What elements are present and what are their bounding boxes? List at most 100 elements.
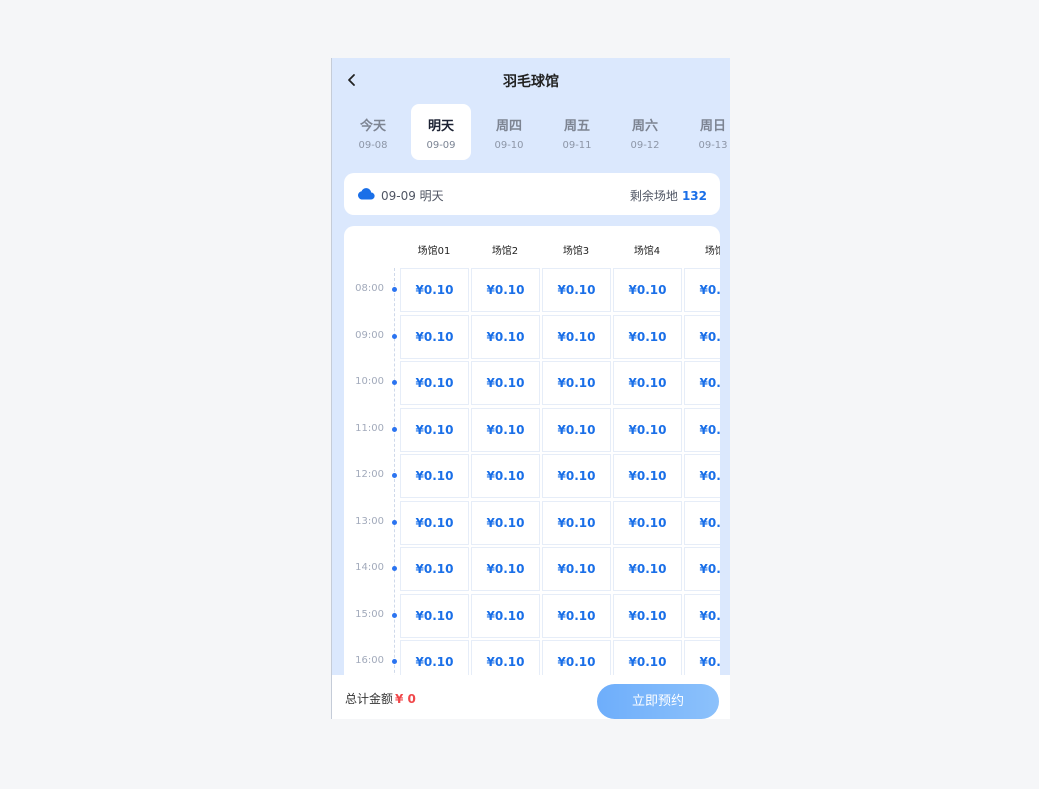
time-slot-cell[interactable]: ¥0.10 xyxy=(400,407,469,452)
time-slot-cell[interactable]: ¥0.10 xyxy=(542,593,611,638)
slot-price: ¥0.10 xyxy=(699,422,720,437)
slot-price: ¥0.10 xyxy=(699,608,720,623)
slot-price: ¥0.10 xyxy=(557,562,596,576)
cloud-icon xyxy=(357,188,375,200)
time-slot-cell[interactable]: ¥0.10 xyxy=(400,314,469,359)
slot-price: ¥0.10 xyxy=(699,469,720,483)
tab-date[interactable]: 周五 09-11 xyxy=(547,104,607,160)
time-slot-cell[interactable]: ¥0.10 xyxy=(542,407,611,452)
time-slot-cell[interactable]: ¥0.10 xyxy=(684,361,720,405)
time-slot-cell[interactable]: ¥0.10 xyxy=(471,268,540,312)
tab-date-label: 09-10 xyxy=(494,140,524,151)
time-slot-cell[interactable]: ¥0.10 xyxy=(400,500,469,545)
time-slot-cell[interactable]: ¥0.10 xyxy=(471,361,540,405)
time-slot-cell[interactable]: ¥0.10 xyxy=(400,454,469,498)
timeline-dot xyxy=(392,566,397,571)
tab-date[interactable]: 今天 09-08 xyxy=(343,104,403,160)
time-slot-cell[interactable]: ¥0.10 xyxy=(684,314,720,359)
time-slot-cell[interactable]: ¥0.10 xyxy=(471,593,540,638)
slot-price: ¥0.10 xyxy=(557,283,596,297)
slot-price: ¥0.10 xyxy=(557,515,596,530)
timeline-dot xyxy=(392,659,397,664)
time-slot-cell[interactable]: ¥0.10 xyxy=(684,500,720,545)
slot-price: ¥0.10 xyxy=(486,608,525,623)
time-slot-cell[interactable]: ¥0.10 xyxy=(471,500,540,545)
time-label: 12:00 xyxy=(355,469,384,480)
time-slot-cell[interactable]: ¥0.10 xyxy=(400,268,469,312)
slot-price: ¥0.10 xyxy=(628,376,667,390)
time-slot-cell[interactable]: ¥0.10 xyxy=(684,407,720,452)
slot-price: ¥0.10 xyxy=(628,283,667,297)
time-label: 09:00 xyxy=(355,329,384,341)
book-now-button[interactable]: 立即预约 xyxy=(597,684,719,719)
tab-date-label: 09-11 xyxy=(562,140,592,151)
tab-day-label: 周日 xyxy=(699,119,726,134)
time-slot-cell[interactable]: ¥0.10 xyxy=(471,454,540,498)
time-slot-cell[interactable]: ¥0.10 xyxy=(684,547,720,591)
booking-grid: 场馆01 场馆2 场馆3 场馆4 场馆5 08:00 ¥0.10 ¥0.10 ¥0.10 ¥0.1… xyxy=(344,226,720,686)
time-slot-cell[interactable]: ¥0.10 xyxy=(613,268,682,312)
time-slot-cell[interactable]: ¥0.10 xyxy=(542,314,611,359)
tab-date[interactable]: 周四 09-10 xyxy=(479,104,539,160)
header: 羽毛球馆 xyxy=(332,58,730,102)
slot-price: ¥0.10 xyxy=(557,422,596,437)
time-slot-cell[interactable]: ¥0.10 xyxy=(542,454,611,498)
venue-header: 场馆5 xyxy=(704,246,720,257)
slot-price: ¥0.10 xyxy=(628,608,667,623)
slot-price: ¥0.10 xyxy=(557,608,596,623)
time-label: 10:00 xyxy=(355,376,384,387)
time-label: 08:00 xyxy=(355,283,384,294)
time-slot-cell[interactable]: ¥0.10 xyxy=(471,407,540,452)
time-label: 16:00 xyxy=(355,655,384,666)
tab-date[interactable]: 周六 09-12 xyxy=(615,104,675,160)
slot-price: ¥0.10 xyxy=(699,376,720,390)
time-slot-cell[interactable]: ¥0.10 xyxy=(400,361,469,405)
timeline-dot xyxy=(392,380,397,385)
remaining-label: 剩余场地 xyxy=(629,189,678,203)
time-slot-cell[interactable]: ¥0.10 xyxy=(542,268,611,312)
tab-day-label: 周六 xyxy=(631,119,658,134)
time-slot-cell[interactable]: ¥0.10 xyxy=(684,454,720,498)
time-slot-cell[interactable]: ¥0.10 xyxy=(613,454,682,498)
time-slot-cell[interactable]: ¥0.10 xyxy=(613,361,682,405)
slot-price: ¥0.10 xyxy=(557,329,596,344)
time-slot-cell[interactable]: ¥0.10 xyxy=(471,547,540,591)
slot-price: ¥0.10 xyxy=(486,283,525,297)
mobile-screen: 羽毛球馆 今天 09-08 明天 09-09 周四 09-10 周五 09-11 周六 09-12… xyxy=(331,58,730,719)
time-slot-cell[interactable]: ¥0.10 xyxy=(613,407,682,452)
selected-date-text: 09-09 明天 xyxy=(381,189,444,203)
time-slot-cell[interactable]: ¥0.10 xyxy=(542,361,611,405)
slot-price: ¥0.10 xyxy=(486,469,525,483)
venue-header: 场馆2 xyxy=(491,246,519,257)
timeline-dot xyxy=(392,287,397,292)
slot-price: ¥0.10 xyxy=(699,329,720,344)
time-slot-cell[interactable]: ¥0.10 xyxy=(613,547,682,591)
slot-price: ¥0.10 xyxy=(415,376,454,390)
time-slot-cell[interactable]: ¥0.10 xyxy=(613,500,682,545)
time-slot-cell[interactable]: ¥0.10 xyxy=(613,593,682,638)
time-slot-cell[interactable]: ¥0.10 xyxy=(613,314,682,359)
page-title: 羽毛球馆 xyxy=(503,74,559,90)
tab-date[interactable]: 明天 09-09 xyxy=(411,104,471,160)
time-slot-cell[interactable]: ¥0.10 xyxy=(684,593,720,638)
venue-header: 场馆3 xyxy=(562,246,590,257)
tab-day-label: 明天 xyxy=(427,119,454,134)
time-slot-cell[interactable]: ¥0.10 xyxy=(684,268,720,312)
slot-price: ¥0.10 xyxy=(486,376,525,390)
slot-price: ¥0.10 xyxy=(628,515,667,530)
slot-price: ¥0.10 xyxy=(699,515,720,530)
slot-price: ¥0.10 xyxy=(486,329,525,344)
slot-price: ¥0.10 xyxy=(415,422,454,437)
time-slot-cell[interactable]: ¥0.10 xyxy=(471,314,540,359)
time-slot-cell[interactable]: ¥0.10 xyxy=(400,593,469,638)
time-slot-cell[interactable]: ¥0.10 xyxy=(400,547,469,591)
remaining-count: 132 xyxy=(681,189,707,203)
slot-price: ¥0.10 xyxy=(415,283,454,297)
date-tabs: 今天 09-08 明天 09-09 周四 09-10 周五 09-11 周六 09-12 周日 09-… xyxy=(332,104,730,160)
tab-date-label: 09-08 xyxy=(358,140,388,151)
tab-date[interactable]: 周日 09-13 xyxy=(683,104,730,160)
time-slot-cell[interactable]: ¥0.10 xyxy=(542,500,611,545)
tab-date-label: 09-09 xyxy=(426,140,456,151)
time-label: 11:00 xyxy=(355,422,384,434)
time-slot-cell[interactable]: ¥0.10 xyxy=(542,547,611,591)
